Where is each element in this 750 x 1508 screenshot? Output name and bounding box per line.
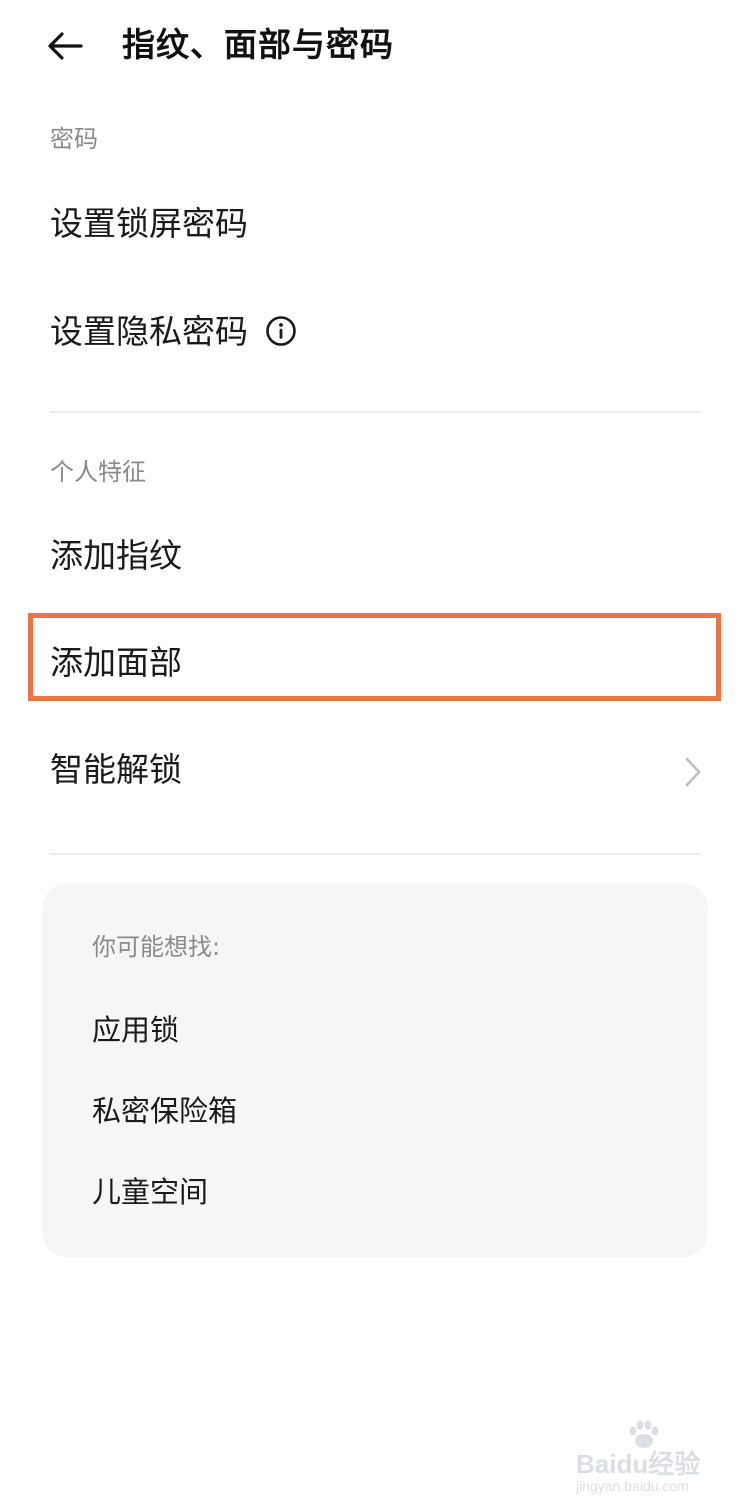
back-button[interactable]	[40, 22, 90, 70]
suggestions-card: 你可能想找: 应用锁 私密保险箱 儿童空间	[42, 883, 708, 1257]
arrow-left-icon	[48, 32, 83, 60]
suggestion-app-lock[interactable]: 应用锁	[92, 1010, 179, 1050]
add-fingerprint-item[interactable]: 添加指纹	[0, 510, 750, 606]
smart-unlock-label: 智能解锁	[50, 750, 182, 789]
set-lockscreen-password-item[interactable]: 设置锁屏密码	[0, 178, 750, 274]
baidu-watermark: Baidu经验 jingyan.baidu.com	[576, 1418, 726, 1494]
app-header: 指纹、面部与密码	[0, 0, 750, 92]
add-face-item[interactable]: 添加面部	[0, 616, 750, 712]
add-face-label: 添加面部	[50, 643, 182, 682]
page-title: 指纹、面部与密码	[122, 25, 394, 64]
section-label-biometrics: 个人特征	[50, 458, 146, 486]
section-divider	[50, 411, 700, 413]
add-fingerprint-label: 添加指纹	[50, 536, 182, 575]
watermark-brand: Baidu经验	[576, 1449, 701, 1479]
set-privacy-password-item[interactable]: 设置隐私密码	[0, 286, 750, 382]
set-privacy-password-label: 设置隐私密码	[50, 312, 248, 351]
suggestion-private-safe[interactable]: 私密保险箱	[92, 1091, 237, 1131]
suggestion-kids-space[interactable]: 儿童空间	[92, 1172, 208, 1212]
chevron-right-icon	[685, 757, 701, 787]
section-label-password: 密码	[50, 125, 98, 153]
info-circle-icon[interactable]	[265, 315, 297, 347]
smart-unlock-item[interactable]: 智能解锁	[0, 724, 750, 820]
suggestions-title: 你可能想找:	[92, 933, 221, 961]
section-divider	[50, 853, 700, 855]
set-lockscreen-password-label: 设置锁屏密码	[50, 204, 248, 243]
watermark-url: jingyan.baidu.com	[576, 1478, 689, 1494]
